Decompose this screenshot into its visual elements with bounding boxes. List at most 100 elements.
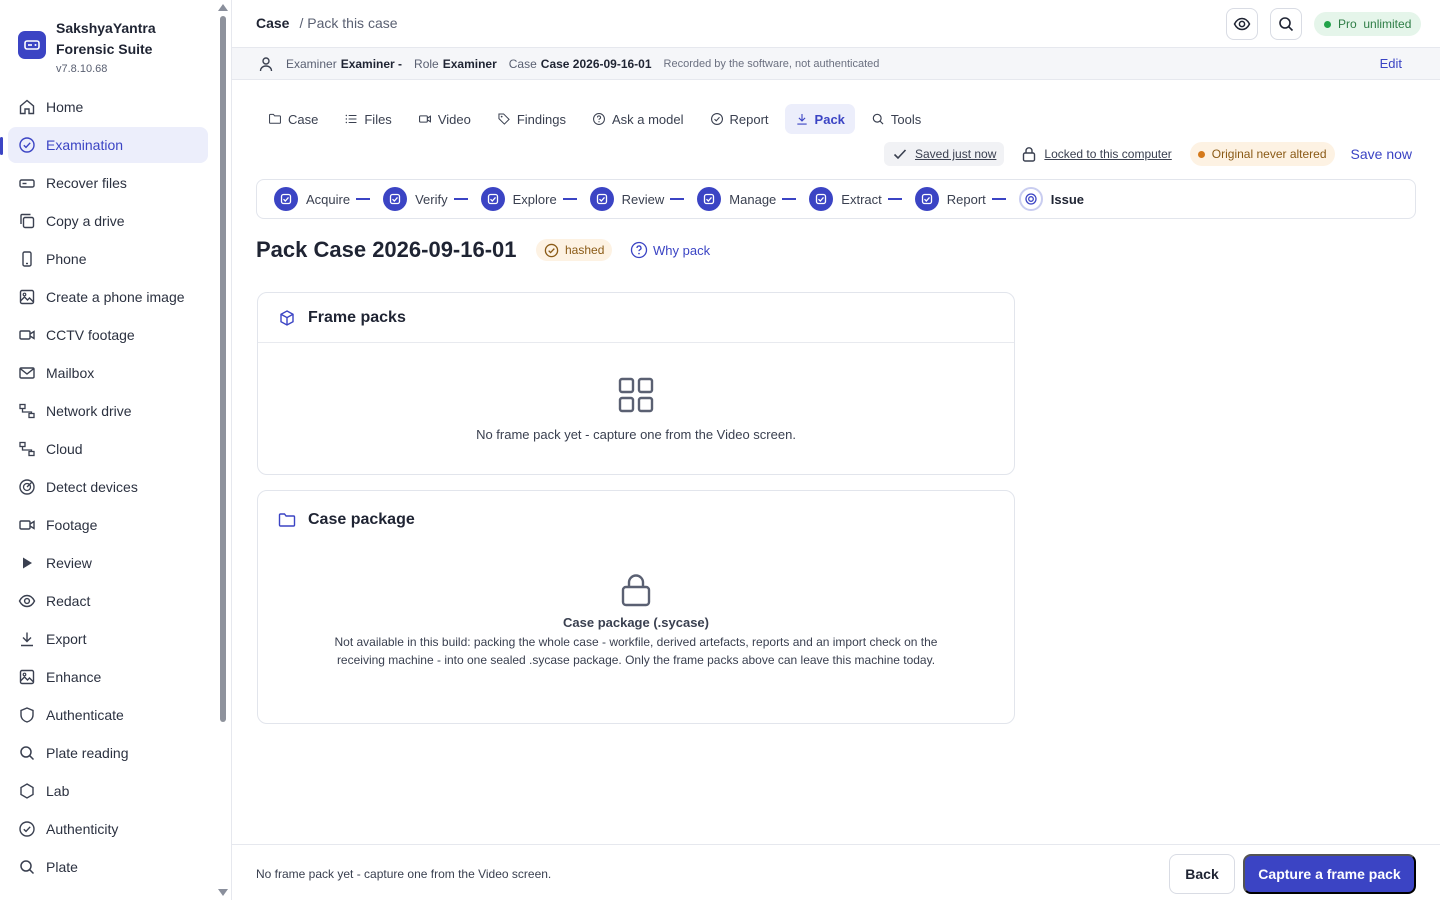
sidebar-item-copy-a-drive[interactable]: Copy a drive <box>8 203 208 239</box>
sidebar-item-cctv-footage[interactable]: CCTV footage <box>8 317 208 353</box>
tab-video[interactable]: Video <box>408 104 481 134</box>
back-button[interactable]: Back <box>1169 854 1235 894</box>
sidebar-item-enhance[interactable]: Enhance <box>8 659 208 695</box>
search-button[interactable] <box>1270 8 1302 40</box>
breadcrumb-root[interactable]: Case <box>256 15 289 31</box>
sidebar-item-plate-reading[interactable]: Plate reading <box>8 735 208 771</box>
capture-frame-pack-button[interactable]: Capture a frame pack <box>1243 854 1416 894</box>
step-label: Manage <box>729 191 777 207</box>
sidebar-nav: Home Examination Recover files Copy a drive… <box>8 89 208 887</box>
scroll-down-arrow-icon[interactable] <box>218 889 228 896</box>
sidebar-item-label: Footage <box>46 517 98 533</box>
status-dot <box>1197 150 1205 158</box>
sidebar-item-detect-devices[interactable]: Detect devices <box>8 469 208 505</box>
case-package-description-line2: receiving machine - into one sealed .syc… <box>336 653 936 667</box>
page-title: Pack Case 2026-09-16-01 <box>256 237 517 262</box>
case-package-card: Case package Case package (.sycase) Not … <box>257 490 1015 724</box>
case-label: Case <box>508 56 537 71</box>
image-icon <box>18 288 36 306</box>
sidebar-item-label: Mailbox <box>46 365 95 381</box>
check-circle-icon <box>18 136 36 154</box>
sidebar-item-label: Create a phone image <box>46 289 185 305</box>
scroll-up-arrow-icon[interactable] <box>218 4 228 11</box>
step-manage[interactable]: Manage <box>697 187 809 211</box>
phone-icon <box>18 250 36 268</box>
eye-icon <box>1233 17 1251 31</box>
tab-label: Tools <box>890 111 922 127</box>
sidebar-item-cloud[interactable]: Cloud <box>8 431 208 467</box>
step-connector <box>782 198 797 200</box>
tab-pack[interactable]: Pack <box>784 104 855 134</box>
tab-label: Video <box>437 111 471 127</box>
sidebar-scrollbar[interactable] <box>217 4 229 896</box>
app-name-line2: Forensic Suite <box>56 41 153 57</box>
status-dot <box>1324 20 1331 28</box>
saved-label[interactable]: Saved just now <box>915 147 996 161</box>
step-label: Issue <box>1050 191 1085 207</box>
sidebar-item-authenticate[interactable]: Authenticate <box>8 697 208 733</box>
sidebar-item-authenticity[interactable]: Authenticity <box>8 811 208 847</box>
step-acquire[interactable]: Acquire <box>274 187 383 211</box>
check-circle-icon <box>710 112 724 126</box>
sidebar-item-mailbox[interactable]: Mailbox <box>8 355 208 391</box>
check-circle-icon <box>544 243 559 258</box>
tab-case[interactable]: Case <box>258 104 328 134</box>
original-label: Original never altered <box>1211 147 1327 161</box>
scroll-thumb[interactable] <box>220 16 226 722</box>
step-review[interactable]: Review <box>589 187 698 211</box>
sidebar-item-create-a-phone-image[interactable]: Create a phone image <box>8 279 208 315</box>
video-icon <box>18 516 36 534</box>
tab-label: Report <box>729 111 769 127</box>
tab-findings[interactable]: Findings <box>487 104 576 134</box>
sidebar-item-lab[interactable]: Lab <box>8 773 208 809</box>
sidebar-item-review[interactable]: Review <box>8 545 208 581</box>
video-icon <box>418 112 432 126</box>
sidebar-item-label: Authenticity <box>46 821 119 837</box>
step-verify[interactable]: Verify <box>383 187 481 211</box>
save-now-button[interactable]: Save now <box>1351 146 1412 162</box>
sidebar-item-redact[interactable]: Redact <box>8 583 208 619</box>
tab-files[interactable]: Files <box>334 104 401 134</box>
shield-icon <box>18 706 36 724</box>
recording-note: Recorded by the software, not authentica… <box>663 57 880 70</box>
radar-icon <box>18 478 36 496</box>
sidebar-item-home[interactable]: Home <box>8 89 208 125</box>
examiner-info-bar: Examiner Examiner - Role Examiner Case C… <box>232 48 1440 80</box>
step-report[interactable]: Report <box>914 187 1019 211</box>
examiner-value: Examiner - <box>340 56 403 71</box>
brand[interactable]: SakshyaYantra Forensic Suite v7.8.10.68 <box>18 18 156 77</box>
step-connector <box>670 198 685 200</box>
pro-license-badge: Pro unlimited <box>1314 12 1422 36</box>
tab-tools[interactable]: Tools <box>861 104 931 134</box>
sidebar-item-network-drive[interactable]: Network drive <box>8 393 208 429</box>
step-check-icon <box>697 187 722 211</box>
folder-icon <box>278 512 296 528</box>
step-label: Acquire <box>306 191 351 207</box>
step-explore[interactable]: Explore <box>480 187 590 211</box>
step-connector <box>453 198 468 200</box>
role-value: Examiner <box>442 56 497 71</box>
step-check-icon <box>383 187 408 211</box>
sidebar-item-recover-files[interactable]: Recover files <box>8 165 208 201</box>
sidebar-item-export[interactable]: Export <box>8 621 208 657</box>
hexagon-icon <box>18 782 36 800</box>
edit-link[interactable]: Edit <box>1380 56 1402 71</box>
locked-label[interactable]: Locked to this computer <box>1044 147 1171 161</box>
top-bar: Case / Pack this case Pro unlimited <box>232 0 1440 48</box>
preview-button[interactable] <box>1226 8 1258 40</box>
search-icon <box>18 858 36 876</box>
sidebar-item-plate[interactable]: Plate <box>8 849 208 885</box>
sidebar-item-label: Detect devices <box>46 479 138 495</box>
footer-message: No frame pack yet - capture one from the… <box>256 867 552 881</box>
box-icon <box>278 309 296 327</box>
sidebar-item-footage[interactable]: Footage <box>8 507 208 543</box>
step-issue[interactable]: Issue <box>1018 187 1085 211</box>
sidebar-item-examination[interactable]: Examination <box>8 127 208 163</box>
why-pack-link[interactable]: Why pack <box>630 241 710 259</box>
video-icon <box>18 326 36 344</box>
tab-ask-a-model[interactable]: Ask a model <box>582 104 694 134</box>
why-pack-label[interactable]: Why pack <box>653 243 710 258</box>
step-extract[interactable]: Extract <box>809 187 914 211</box>
sidebar-item-phone[interactable]: Phone <box>8 241 208 277</box>
tab-report[interactable]: Report <box>700 104 779 134</box>
